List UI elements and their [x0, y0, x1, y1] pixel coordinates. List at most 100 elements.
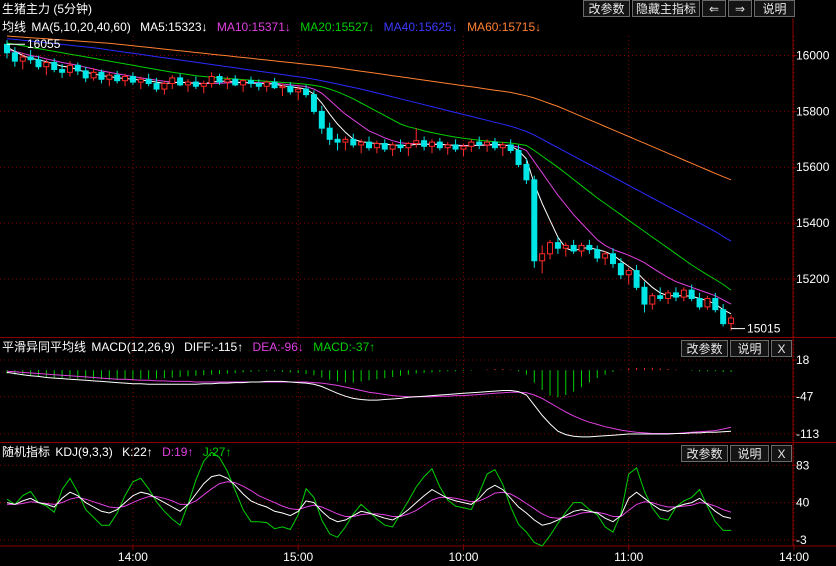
candle-body [137, 78, 144, 83]
candle-body [476, 141, 483, 146]
candle [554, 237, 561, 254]
candle [641, 281, 648, 313]
candle [342, 136, 349, 151]
candle-body [232, 78, 239, 86]
candle-body [66, 64, 73, 73]
candle-body [704, 297, 711, 308]
macd-macd-value: MACD:-37↑ [313, 340, 376, 354]
candle [389, 142, 396, 157]
candle-body [405, 143, 412, 149]
candle-body [712, 297, 719, 311]
main-legend-params: MA(5,10,20,40,60) [31, 20, 131, 34]
candle-body [680, 289, 687, 298]
hide-indicator-button[interactable]: 隐藏主指标 [632, 0, 700, 17]
candle [421, 136, 428, 151]
macd-help-button[interactable]: 说明 [730, 340, 769, 357]
macd-axis-tick-label: -113 [796, 427, 819, 441]
candle [208, 72, 215, 88]
candle [452, 139, 459, 152]
kdj-help-button[interactable]: 说明 [730, 445, 769, 462]
candle-body [129, 75, 136, 83]
candle-body [672, 292, 679, 298]
kdj-d-value: D:19↑ [162, 445, 194, 459]
candle-body [310, 94, 317, 112]
candle [539, 245, 546, 274]
candle [192, 76, 199, 90]
edit-params-button[interactable]: 改参数 [583, 0, 630, 17]
candle [531, 175, 538, 268]
candle-body [428, 141, 435, 147]
macd-dea-line [6, 370, 732, 434]
candle [161, 80, 168, 95]
ma10-value: MA10:15371↓ [216, 20, 291, 34]
candle [712, 292, 719, 313]
kdj-k-line [6, 474, 732, 526]
kdj-legend-name: 随机指标 [2, 445, 51, 459]
kdj-legend-params: KDJ(9,3,3) [55, 445, 113, 459]
candle-body [460, 145, 467, 150]
candle [609, 248, 616, 268]
candle-body [421, 140, 428, 147]
candle-body [303, 88, 310, 96]
candle [334, 133, 341, 151]
candle-body [240, 80, 247, 86]
candle [562, 242, 569, 257]
macd-axis-tick-label: 18 [796, 353, 810, 367]
candle [35, 55, 42, 70]
candle-body [82, 70, 89, 79]
candle [106, 72, 113, 87]
ma40-value: MA40:15625↓ [383, 20, 458, 34]
macd-edit-params-button[interactable]: 改参数 [681, 340, 728, 357]
candle-body [633, 270, 640, 288]
candle [247, 76, 254, 88]
candle [366, 136, 373, 151]
time-tick-label: 14:00 [118, 550, 148, 564]
candle-body [366, 141, 373, 149]
candle [169, 75, 176, 90]
candle [74, 62, 81, 76]
candle [578, 242, 585, 257]
candle [122, 73, 129, 87]
candle-body [358, 141, 365, 146]
candle [318, 105, 325, 134]
candle-body [106, 74, 113, 80]
ma60-value: MA60:15715↓ [467, 20, 542, 34]
candle [720, 304, 727, 327]
low-price-label: 15015 [747, 322, 781, 336]
prev-indicator-button[interactable]: ⇐ [702, 0, 726, 17]
chart-canvas[interactable]: 16000 15800 15600 15400 15200 18 -47 -113 83 40 -3… [0, 0, 836, 566]
candle-body [192, 81, 199, 87]
candle [90, 68, 97, 81]
candle [4, 40, 10, 59]
candle-body [216, 75, 223, 83]
next-indicator-button[interactable]: ⇒ [728, 0, 752, 17]
candle-body [665, 292, 672, 299]
candle-body [35, 59, 42, 68]
candle-body [247, 80, 254, 84]
candle-body [578, 244, 585, 252]
candle [680, 287, 687, 302]
candle-body [657, 295, 664, 299]
candle-body [263, 81, 270, 87]
kdj-d-line [7, 481, 732, 519]
help-button[interactable]: 说明 [754, 0, 795, 17]
kdj-close-button[interactable]: X [771, 445, 792, 462]
kdj-edit-params-button[interactable]: 改参数 [681, 445, 728, 462]
candle-body [90, 71, 97, 79]
candle-body [98, 71, 105, 80]
candle-body [570, 244, 577, 252]
candle [594, 245, 601, 263]
candle [177, 73, 184, 87]
candle-body [342, 138, 349, 143]
candle [444, 142, 451, 155]
candle-body [27, 56, 34, 61]
candle [704, 295, 711, 310]
ma5-line [6, 46, 732, 315]
candle [672, 287, 679, 302]
candle [287, 82, 294, 95]
price-axis-tick-label: 16000 [796, 49, 830, 63]
candle [98, 69, 105, 84]
candle [27, 49, 34, 64]
macd-close-button[interactable]: X [771, 340, 792, 357]
candle-body [484, 141, 491, 146]
